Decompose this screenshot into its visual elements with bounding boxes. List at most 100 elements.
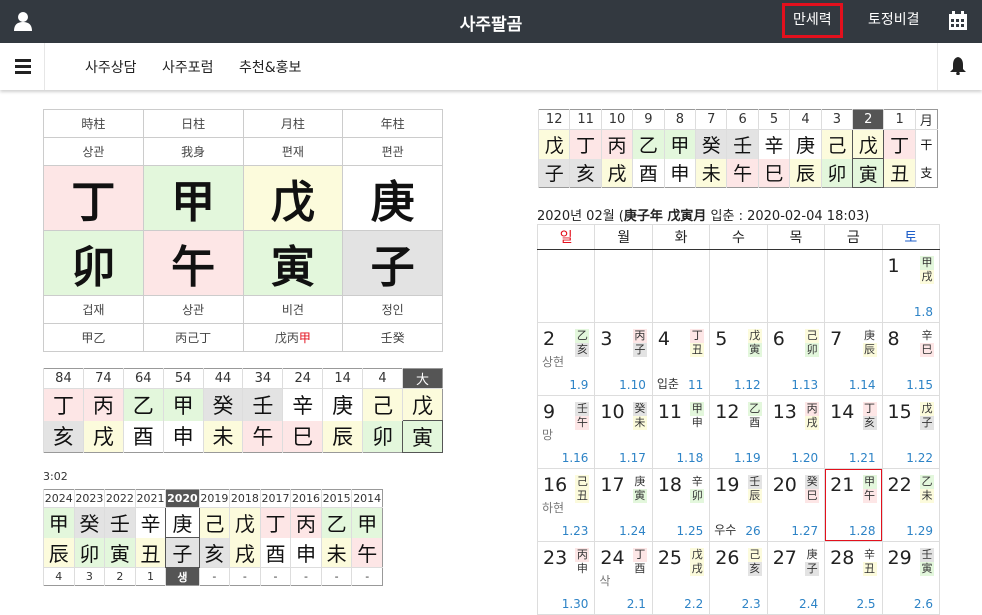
calendar-day[interactable]: 26 己亥 2.3 — [709, 541, 768, 615]
calendar-day[interactable]: 29 壬寅 2.6 — [881, 541, 941, 615]
daeun-age[interactable]: 4 — [362, 368, 403, 389]
calendar-day[interactable]: 7 庚辰 1.14 — [824, 322, 883, 396]
month-branch[interactable]: 申 — [663, 158, 696, 188]
seun-branch[interactable]: 申 — [290, 537, 322, 568]
calendar-day[interactable]: 12 乙酉 1.19 — [709, 395, 768, 469]
month-branch[interactable]: 亥 — [569, 158, 602, 188]
daeun-age[interactable]: 44 — [202, 368, 243, 389]
seun-year[interactable]: 2014 — [351, 489, 383, 508]
seun-stem[interactable]: 乙 — [320, 507, 352, 538]
seun-year[interactable]: 2024 — [43, 489, 75, 508]
daeun-stem[interactable]: 丁 — [43, 388, 84, 421]
seun-year[interactable]: 2021 — [134, 489, 166, 508]
month-number[interactable]: 9 — [632, 109, 665, 130]
month-number[interactable]: 1 — [883, 109, 916, 130]
daeun-age[interactable]: 74 — [82, 368, 124, 389]
month-number[interactable]: 7 — [695, 109, 727, 130]
daeun-age[interactable]: 54 — [162, 368, 204, 389]
month-branch[interactable]: 巳 — [757, 158, 790, 188]
calendar-day[interactable]: 28 辛丑 2.5 — [824, 541, 883, 615]
calendar-day[interactable]: 6 己卯 1.13 — [766, 322, 826, 396]
seun-year[interactable]: 2017 — [259, 489, 291, 508]
month-stem[interactable]: 丙 — [600, 129, 633, 159]
calendar-day[interactable]: 17 庚寅 1.24 — [594, 468, 653, 542]
month-stem[interactable]: 戊 — [537, 129, 570, 159]
seun-branch[interactable]: 午 — [351, 537, 383, 568]
month-number[interactable]: 5 — [757, 109, 790, 130]
seun-stem[interactable]: 甲 — [351, 507, 383, 538]
daeun-stem[interactable]: 丙 — [82, 388, 124, 421]
calendar-day[interactable]: 18 辛卯 1.25 — [651, 468, 711, 542]
daeun-stem[interactable]: 壬 — [242, 388, 283, 421]
daeun-stem[interactable]: 己 — [362, 388, 403, 421]
seun-branch[interactable]: 丑 — [134, 537, 166, 568]
calendar-day[interactable]: 2 乙亥 1.9 상현 — [536, 322, 596, 396]
month-stem[interactable]: 己 — [820, 129, 853, 159]
seun-stem[interactable]: 己 — [198, 507, 230, 538]
month-branch[interactable]: 辰 — [789, 158, 822, 188]
seun-year[interactable]: 2016 — [290, 489, 322, 508]
calendar-day[interactable]: 15 戊子 1.22 — [881, 395, 941, 469]
daeun-branch[interactable]: 亥 — [43, 420, 84, 453]
calendar-day[interactable]: 22 乙未 1.29 — [881, 468, 941, 542]
calendar-day[interactable]: 5 戊寅 1.12 — [709, 322, 768, 396]
daeun-branch[interactable]: 寅 — [402, 420, 443, 453]
seun-branch[interactable]: 未 — [320, 537, 352, 568]
nav-forum[interactable]: 사주포럼 — [162, 57, 214, 77]
calendar-day[interactable]: 25 戊戌 2.2 — [651, 541, 711, 615]
daeun-stem[interactable]: 甲 — [162, 388, 204, 421]
daeun-age[interactable]: 84 — [43, 368, 84, 389]
seun-branch[interactable]: 戌 — [229, 537, 261, 568]
seun-year[interactable]: 2019 — [198, 489, 230, 508]
calendar-day[interactable]: 4 丁丑 11 입춘 — [651, 322, 711, 396]
month-number[interactable]: 4 — [789, 109, 822, 130]
seun-branch[interactable]: 卯 — [73, 537, 105, 568]
menu-icon[interactable] — [15, 59, 31, 74]
month-branch[interactable]: 戌 — [600, 158, 633, 188]
bell-icon[interactable] — [950, 57, 966, 75]
seun-stem[interactable]: 庚 — [165, 507, 200, 538]
calendar-day[interactable]: 11 甲申 1.18 — [651, 395, 711, 469]
calendar-day[interactable]: 3 丙子 1.10 — [594, 322, 653, 396]
month-number[interactable]: 8 — [663, 109, 696, 130]
seun-year[interactable]: 2022 — [104, 489, 136, 508]
month-branch[interactable]: 子 — [537, 158, 570, 188]
calendar-day[interactable]: 9 壬午 1.16 망 — [536, 395, 596, 469]
month-number-current[interactable]: 2 — [852, 109, 884, 130]
calendar-day[interactable]: 1 甲戌 1.8 — [881, 249, 941, 323]
calendar-day[interactable]: 10 癸未 1.17 — [594, 395, 653, 469]
daeun-age[interactable]: 64 — [122, 368, 164, 389]
seun-stem[interactable]: 丙 — [290, 507, 322, 538]
month-number[interactable]: 6 — [726, 109, 759, 130]
calendar-day[interactable]: 14 丁亥 1.21 — [824, 395, 883, 469]
seun-stem[interactable]: 癸 — [73, 507, 105, 538]
daeun-branch[interactable]: 辰 — [322, 420, 363, 453]
seun-year[interactable]: 2015 — [320, 489, 352, 508]
daeun-age[interactable]: 34 — [242, 368, 283, 389]
seun-branch[interactable]: 亥 — [198, 537, 230, 568]
seun-stem[interactable]: 辛 — [134, 507, 166, 538]
calendar-day[interactable]: 21 甲午 1.28 — [824, 468, 883, 542]
nav-counsel[interactable]: 사주상담 — [85, 57, 137, 77]
daeun-stem[interactable]: 庚 — [322, 388, 363, 421]
daeun-age-current[interactable]: 大 — [402, 368, 443, 389]
daeun-branch[interactable]: 午 — [242, 420, 283, 453]
daeun-branch[interactable]: 卯 — [362, 420, 403, 453]
seun-year[interactable]: 2018 — [229, 489, 261, 508]
calendar-day[interactable]: 20 癸巳 1.27 — [766, 468, 826, 542]
daeun-branch[interactable]: 戌 — [82, 420, 124, 453]
month-branch[interactable]: 寅 — [852, 158, 885, 188]
month-branch[interactable]: 午 — [726, 158, 759, 188]
month-number[interactable]: 3 — [820, 109, 853, 130]
calendar-day[interactable]: 24 丁酉 2.1 삭 — [594, 541, 653, 615]
month-stem[interactable]: 辛 — [757, 129, 790, 159]
daeun-stem[interactable]: 辛 — [282, 388, 323, 421]
daeun-stem[interactable]: 癸 — [202, 388, 243, 421]
month-stem[interactable]: 丁 — [883, 129, 916, 159]
daeun-branch[interactable]: 申 — [162, 420, 204, 453]
month-stem[interactable]: 丁 — [569, 129, 602, 159]
month-branch[interactable]: 酉 — [632, 158, 665, 188]
calendar-day[interactable]: 23 丙申 1.30 — [536, 541, 596, 615]
calendar-day[interactable]: 8 辛巳 1.15 — [881, 322, 941, 396]
daeun-branch[interactable]: 未 — [202, 420, 243, 453]
